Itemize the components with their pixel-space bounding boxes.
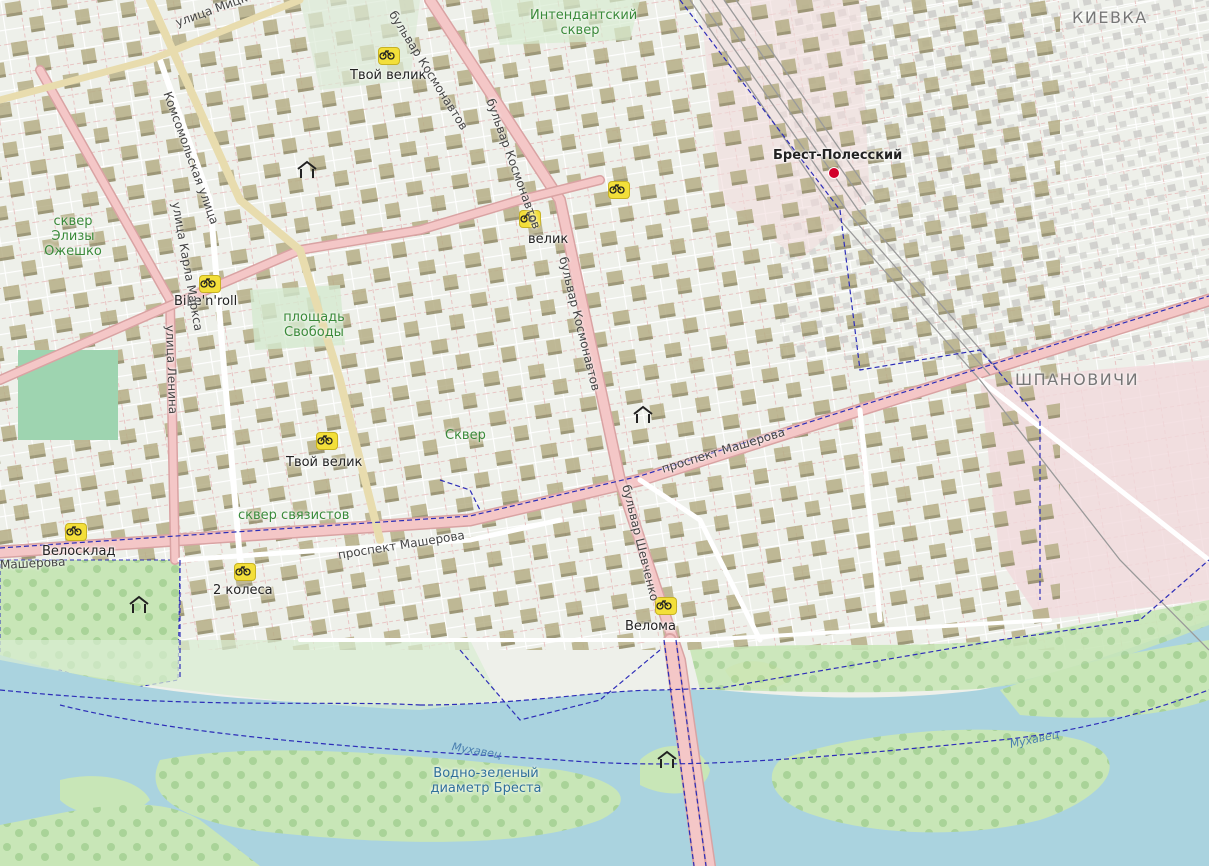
park-label-intendantsky: Интендантский сквер (530, 8, 638, 38)
bike-shop-label-evelik[interactable]: велик (528, 232, 568, 247)
bicycle-shop-icon[interactable] (235, 564, 255, 580)
map-canvas[interactable]: КИЕВКА ШПАНОВИЧИ Брест-Полесский Твой ве… (0, 0, 1209, 866)
bike-shop-label-tvoi-velik-south[interactable]: Твой велик (286, 455, 362, 470)
bicycle-shop-icon[interactable] (656, 598, 676, 614)
place-label-kievka: КИЕВКА (1072, 8, 1148, 27)
bike-shop-label-bike-n-roll[interactable]: Bike'n'roll (174, 294, 237, 309)
shelter-icon[interactable] (128, 595, 150, 615)
shelter-icon[interactable] (296, 160, 318, 180)
park-label-vodno: Водно-зеленый диаметр Бреста (430, 766, 542, 796)
park-label-elizy: сквер Элизы Ожешко (44, 214, 102, 259)
shelter-icon[interactable] (656, 750, 678, 770)
bicycle-shop-icon[interactable] (317, 433, 337, 449)
bike-shop-label-dva-kolesa[interactable]: 2 колеса (213, 583, 273, 598)
park-label-svobody: площадь Свободы (283, 310, 345, 340)
bicycle-shop-icon[interactable] (200, 276, 220, 292)
bicycle-shop-icon[interactable] (609, 182, 629, 198)
shelter-icon[interactable] (632, 405, 654, 425)
railway-station-label[interactable]: Брест-Полесский (773, 148, 902, 163)
park-label-svyazistov: сквер связистов (238, 508, 350, 523)
bicycle-shop-icon[interactable] (379, 48, 399, 64)
bicycle-shop-icon[interactable] (66, 524, 86, 540)
bike-shop-label-tvoi-velik-north[interactable]: Твой велик (350, 68, 426, 83)
place-label-shpanovichi: ШПАНОВИЧИ (1015, 370, 1140, 389)
bike-shop-label-veloma[interactable]: Велома (625, 619, 676, 634)
park-label-skver: Сквер (445, 428, 486, 443)
railway-station-marker[interactable] (828, 167, 840, 179)
